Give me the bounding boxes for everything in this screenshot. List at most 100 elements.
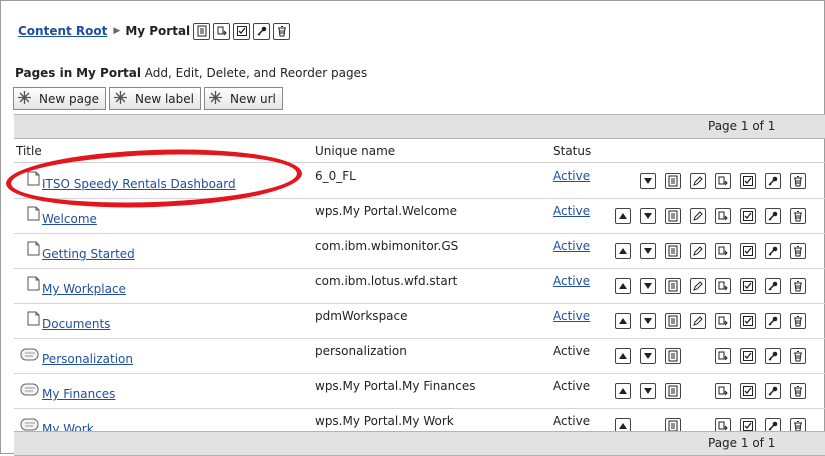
move-down-icon[interactable] xyxy=(640,243,656,259)
key-icon[interactable] xyxy=(765,173,781,189)
move-icon[interactable] xyxy=(715,278,731,294)
delete-icon[interactable] xyxy=(790,348,806,364)
delete-icon[interactable] xyxy=(790,173,806,189)
table-header: Title Unique name Status xyxy=(14,139,825,163)
key-icon[interactable] xyxy=(765,313,781,329)
move-up-icon[interactable] xyxy=(615,208,631,224)
edit-icon[interactable] xyxy=(690,313,706,329)
unique-name: personalization xyxy=(315,344,407,358)
new-url-button[interactable]: New url xyxy=(203,87,283,110)
new-page-label: New page xyxy=(39,91,99,106)
permissions-icon[interactable] xyxy=(740,383,756,399)
properties-icon[interactable] xyxy=(665,383,681,399)
move-icon[interactable] xyxy=(715,313,731,329)
key-icon[interactable] xyxy=(253,22,271,40)
breadcrumb-current: My Portal xyxy=(125,24,191,38)
title-cell: Getting Started xyxy=(14,233,135,267)
move-icon[interactable] xyxy=(715,348,731,364)
edit-icon[interactable] xyxy=(690,278,706,294)
key-icon[interactable] xyxy=(765,278,781,294)
move-icon[interactable] xyxy=(213,22,231,40)
edit-icon[interactable] xyxy=(690,208,706,224)
edit-icon[interactable] xyxy=(690,173,706,189)
move-up-icon[interactable] xyxy=(615,278,631,294)
page-title-link[interactable]: Welcome xyxy=(42,212,97,226)
delete-icon[interactable] xyxy=(790,313,806,329)
page-icon xyxy=(27,241,40,259)
delete-icon[interactable] xyxy=(273,22,291,40)
permissions-icon[interactable] xyxy=(740,313,756,329)
move-down-icon[interactable] xyxy=(640,208,656,224)
title-cell: My Finances xyxy=(14,373,115,407)
unique-name: com.ibm.lotus.wfd.start xyxy=(315,274,458,288)
move-icon[interactable] xyxy=(715,208,731,224)
page-icon xyxy=(27,206,40,224)
properties-icon[interactable] xyxy=(665,348,681,364)
properties-icon[interactable] xyxy=(193,22,211,40)
move-down-icon[interactable] xyxy=(640,348,656,364)
page-title-link[interactable]: ITSO Speedy Rentals Dashboard xyxy=(42,177,236,191)
permissions-icon[interactable] xyxy=(740,278,756,294)
new-page-button[interactable]: New page xyxy=(13,87,106,110)
page-title-link[interactable]: My Workplace xyxy=(42,282,126,296)
permissions-icon[interactable] xyxy=(740,173,756,189)
key-icon[interactable] xyxy=(765,243,781,259)
delete-icon[interactable] xyxy=(790,278,806,294)
key-icon[interactable] xyxy=(765,383,781,399)
move-down-icon[interactable] xyxy=(640,278,656,294)
heading-prefix: Pages in xyxy=(15,66,73,80)
new-url-label: New url xyxy=(229,91,276,106)
status-value[interactable]: Active xyxy=(553,274,590,288)
unique-name: wps.My Portal.My Finances xyxy=(315,379,476,393)
table-row: Documents pdmWorkspace Active xyxy=(14,303,825,339)
move-down-icon[interactable] xyxy=(640,173,656,189)
unique-name: com.ibm.wbimonitor.GS xyxy=(315,239,459,253)
properties-icon[interactable] xyxy=(665,243,681,259)
page-heading: Pages in My Portal Add, Edit, Delete, an… xyxy=(15,66,367,80)
status-value[interactable]: Active xyxy=(553,169,590,183)
edit-icon[interactable] xyxy=(690,243,706,259)
permissions-icon[interactable] xyxy=(740,243,756,259)
delete-icon[interactable] xyxy=(790,243,806,259)
pagination-bottom: Page 1 of 1 xyxy=(14,431,825,456)
page-title-link[interactable]: Documents xyxy=(42,317,110,331)
move-up-icon[interactable] xyxy=(615,243,631,259)
move-up-icon[interactable] xyxy=(615,313,631,329)
status-value[interactable]: Active xyxy=(553,204,590,218)
key-icon[interactable] xyxy=(765,208,781,224)
permissions-icon[interactable] xyxy=(233,22,251,40)
move-down-icon[interactable] xyxy=(640,383,656,399)
page-icon xyxy=(27,276,40,294)
delete-icon[interactable] xyxy=(790,208,806,224)
permissions-icon[interactable] xyxy=(740,208,756,224)
page-icon xyxy=(27,171,40,189)
page-title-link[interactable]: Getting Started xyxy=(42,247,135,261)
status-value[interactable]: Active xyxy=(553,239,590,253)
move-down-icon[interactable] xyxy=(640,313,656,329)
permissions-icon[interactable] xyxy=(740,348,756,364)
page-title-link[interactable]: My Finances xyxy=(42,387,115,401)
properties-icon[interactable] xyxy=(665,173,681,189)
move-up-icon[interactable] xyxy=(615,383,631,399)
move-icon[interactable] xyxy=(715,173,731,189)
move-icon[interactable] xyxy=(715,243,731,259)
unique-name: pdmWorkspace xyxy=(315,309,408,323)
properties-icon[interactable] xyxy=(665,208,681,224)
heading-suffix: Add, Edit, Delete, and Reorder pages xyxy=(144,66,368,80)
move-up-icon[interactable] xyxy=(615,348,631,364)
properties-icon[interactable] xyxy=(665,313,681,329)
key-icon[interactable] xyxy=(765,348,781,364)
new-label-button[interactable]: New label xyxy=(108,87,201,110)
column-status: Status xyxy=(553,144,592,158)
content-root-link[interactable]: Content Root xyxy=(18,24,107,38)
page-title-link[interactable]: Personalization xyxy=(42,352,133,366)
properties-icon[interactable] xyxy=(665,278,681,294)
status-value[interactable]: Active xyxy=(553,309,590,323)
delete-icon[interactable] xyxy=(790,383,806,399)
new-icon xyxy=(18,90,31,107)
column-unique-name: Unique name xyxy=(315,144,396,158)
table-row: Welcome wps.My Portal.Welcome Active xyxy=(14,198,825,234)
move-icon[interactable] xyxy=(715,383,731,399)
title-cell: Documents xyxy=(14,303,110,337)
unique-name: 6_0_FL xyxy=(315,169,356,183)
